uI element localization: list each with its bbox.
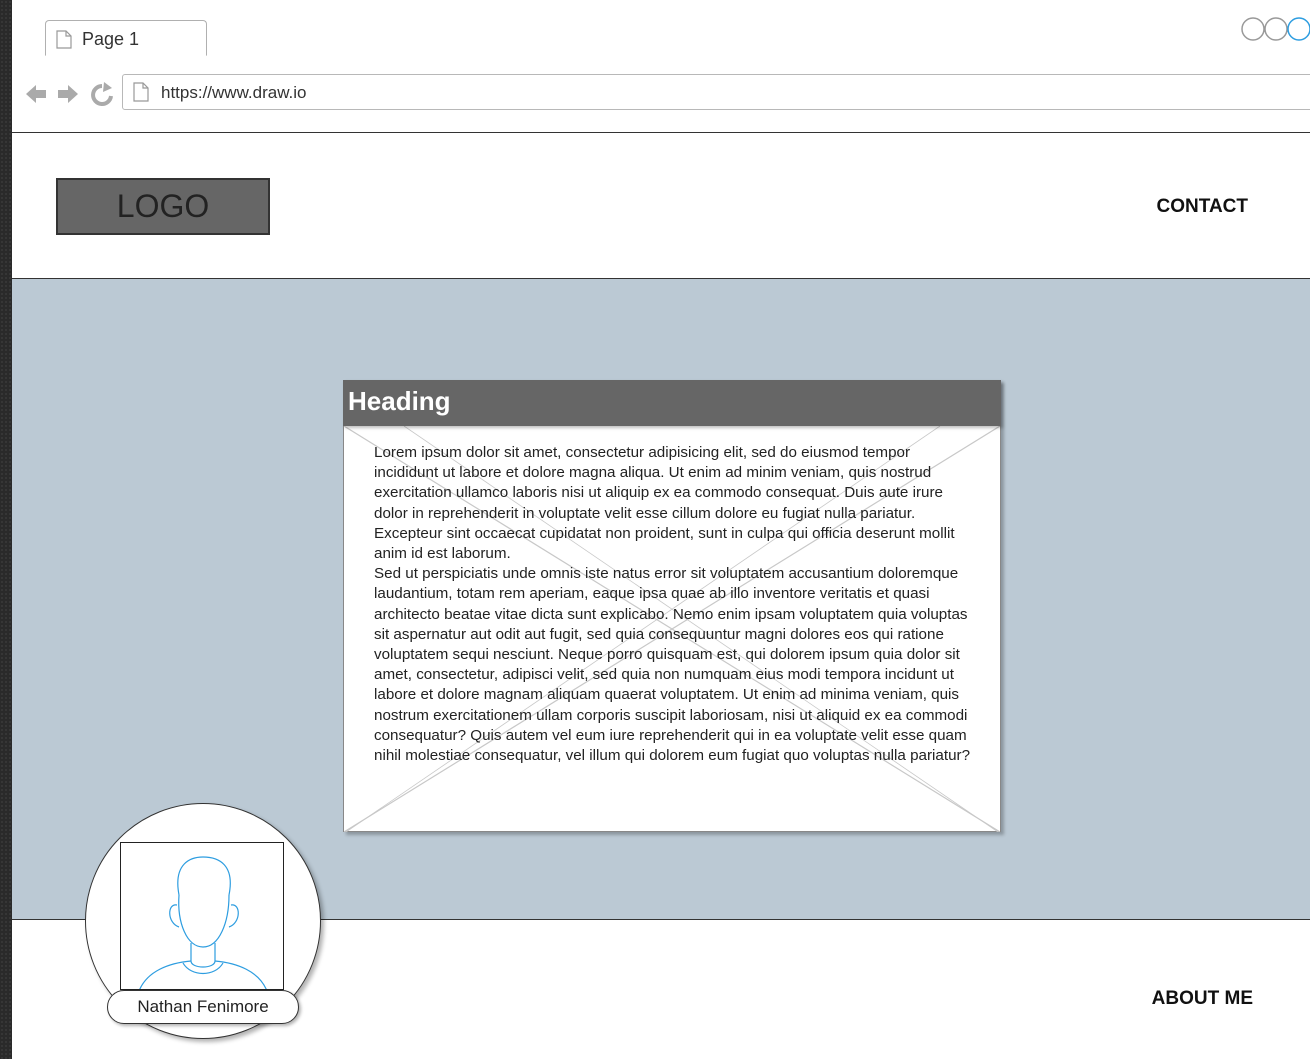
forward-arrow-icon[interactable] [58,85,78,103]
card-body: Lorem ipsum dolor sit amet, consectetur … [374,443,974,766]
content-card: Heading Lorem ipsum dolor sit amet, cons… [343,380,1001,832]
tab-page-1[interactable]: Page 1 [45,20,207,56]
back-arrow-icon[interactable] [26,85,46,103]
window-controls-icon[interactable] [1240,16,1310,47]
nav-about-link[interactable]: ABOUT ME [1152,988,1253,1010]
nav-contact-link[interactable]: CONTACT [1157,196,1248,218]
page-icon [56,30,72,54]
url-input[interactable]: https://www.draw.io [122,74,1310,110]
tab-label: Page 1 [82,29,140,49]
user-avatar-icon [139,856,267,989]
site-header: LOGO CONTACT [12,133,1310,279]
logo[interactable]: LOGO [56,178,270,235]
tab-bar: Page 1 [12,0,1310,57]
card-heading-bar: Heading [343,380,1001,426]
card-heading: Heading [348,386,451,416]
reload-icon[interactable] [91,82,113,106]
navigation-controls [24,82,116,111]
avatar-image-frame [120,842,284,990]
url-text: https://www.draw.io [161,83,307,102]
profile-name-label: Nathan Fenimore [107,990,299,1024]
browser-window: Page 1 https://www.draw.io LOGO CONTACT … [12,0,1310,1059]
address-bar: https://www.draw.io [12,56,1310,133]
page-icon [133,82,149,107]
card-paragraph-2: Sed ut perspiciatis unde omnis iste natu… [374,565,971,765]
card-paragraph-1: Lorem ipsum dolor sit amet, consectetur … [374,444,955,563]
